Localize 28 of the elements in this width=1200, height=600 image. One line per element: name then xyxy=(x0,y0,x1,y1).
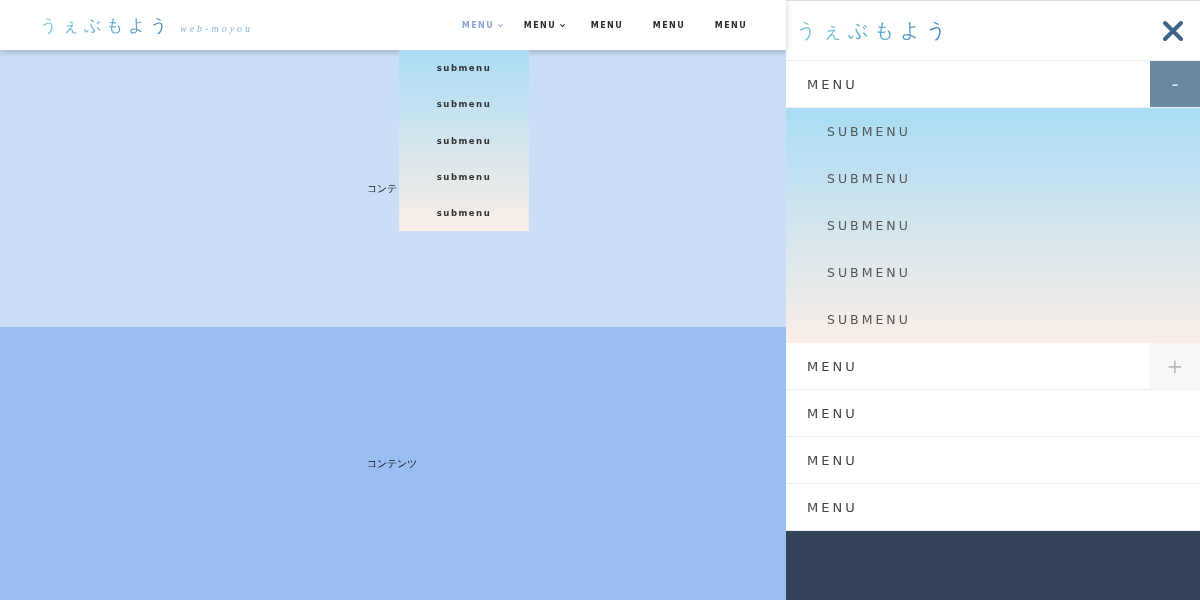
menu-label: MENU xyxy=(806,76,859,92)
menu-label: MENU xyxy=(806,405,859,421)
nav-link[interactable]: MENU xyxy=(576,20,638,30)
submenu-item[interactable]: SUBMENU xyxy=(786,249,1200,296)
close-icon[interactable] xyxy=(1162,19,1184,42)
submenu-item[interactable]: SUBMENU xyxy=(786,202,1200,249)
menu-label: MENU xyxy=(806,358,859,374)
dropdown-item[interactable]: submenu xyxy=(399,122,529,159)
drawer-menu-item[interactable]: MENU xyxy=(786,484,1200,531)
nav-link[interactable]: MENU xyxy=(514,20,576,30)
dropdown-item[interactable]: submenu xyxy=(399,194,529,231)
nav-link[interactable]: MENU xyxy=(638,20,700,30)
dropdown-item[interactable]: submenu xyxy=(399,86,529,123)
content-text: コンテンツ xyxy=(367,456,418,471)
logo-subtitle: web-moyou xyxy=(180,22,254,34)
submenu-item[interactable]: SUBMENU xyxy=(786,155,1200,202)
drawer-menu-item[interactable]: MENU xyxy=(786,437,1200,484)
content-text: コンテ xyxy=(367,181,398,196)
nav-link[interactable]: MENU xyxy=(700,20,762,30)
dropdown-item[interactable]: submenu xyxy=(399,158,529,195)
drawer-menu-item[interactable]: MENU + xyxy=(786,343,1200,390)
submenu-item[interactable]: SUBMENU xyxy=(786,108,1200,155)
drawer-menu-item[interactable]: MENU xyxy=(786,390,1200,437)
dropdown-item[interactable]: submenu xyxy=(399,50,529,87)
menu-label: MENU xyxy=(806,452,859,468)
drawer-menu-item[interactable]: MENU - xyxy=(786,61,1200,108)
submenu-item[interactable]: SUBMENU xyxy=(786,296,1200,343)
menu-label: MENU xyxy=(806,499,859,515)
